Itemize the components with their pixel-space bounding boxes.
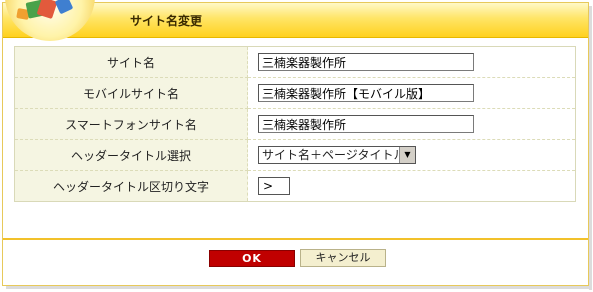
form-row-header-separator: ヘッダータイトル区切り文字 — [14, 170, 576, 202]
header-separator-input[interactable] — [258, 177, 290, 195]
panel-shadow-right — [589, 6, 592, 290]
site-name-panel: サイト名変更 サイト名 モバイルサイト名 スマートフォンサイト名 ヘッダータイト… — [2, 0, 589, 286]
page-title: サイト名変更 — [130, 14, 203, 28]
panel-shadow-bottom — [6, 286, 592, 289]
mobile-site-name-input[interactable] — [258, 84, 474, 102]
chevron-down-icon[interactable]: ▼ — [399, 147, 415, 163]
ok-button[interactable]: OK — [209, 250, 295, 267]
form-row-smartphone-site-name: スマートフォンサイト名 — [14, 108, 576, 140]
header-title-select[interactable]: サイト名＋ページタイトル ▼ — [258, 146, 416, 164]
label-smartphone-site-name: スマートフォンサイト名 — [14, 108, 248, 140]
label-header-separator: ヘッダータイトル区切り文字 — [14, 170, 248, 202]
label-mobile-site-name: モバイルサイト名 — [14, 77, 248, 109]
settings-form-table: サイト名 モバイルサイト名 スマートフォンサイト名 ヘッダータイトル選択 サイト… — [14, 46, 576, 202]
header-title-select-value: サイト名＋ページタイトル — [262, 148, 406, 162]
label-header-title-select: ヘッダータイトル選択 — [14, 139, 248, 171]
panel-header: サイト名変更 — [3, 0, 588, 41]
blocks-logo-icon — [5, 0, 95, 41]
footer-divider — [3, 238, 588, 240]
smartphone-site-name-input[interactable] — [258, 115, 474, 133]
form-row-site-name: サイト名 — [14, 46, 576, 78]
cancel-button[interactable]: キャンセル — [300, 249, 386, 267]
label-site-name: サイト名 — [14, 46, 248, 78]
form-row-mobile-site-name: モバイルサイト名 — [14, 77, 576, 109]
site-name-input[interactable] — [258, 53, 474, 71]
form-row-header-title-select: ヘッダータイトル選択 サイト名＋ページタイトル ▼ — [14, 139, 576, 171]
